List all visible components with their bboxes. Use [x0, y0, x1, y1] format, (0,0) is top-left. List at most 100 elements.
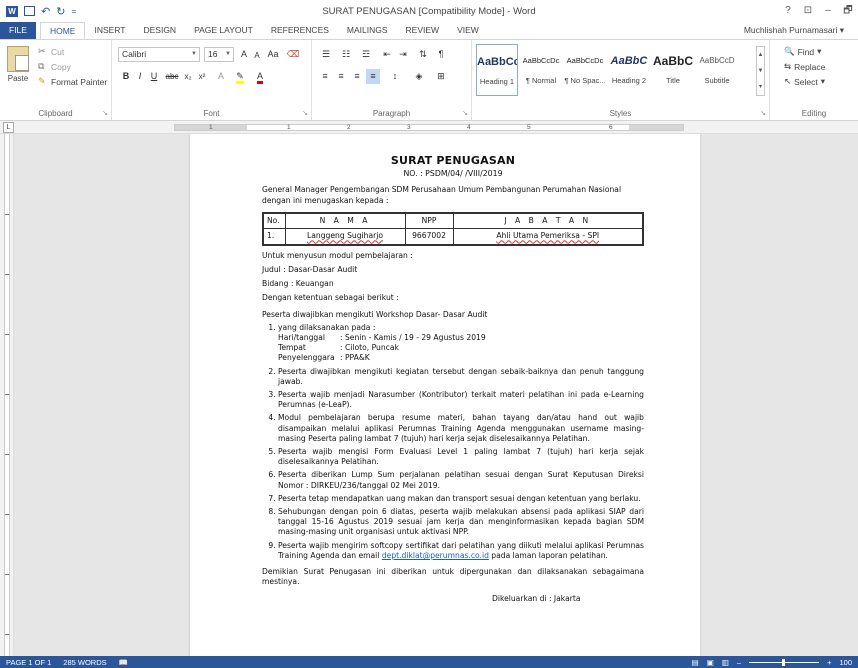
style-sample: AaBbCcDc — [566, 56, 604, 65]
zoom-in-button[interactable]: + — [827, 658, 831, 667]
chevron-up-icon[interactable]: ▲ — [757, 47, 764, 63]
zoom-out-button[interactable]: – — [737, 658, 741, 667]
shrink-font-button[interactable]: A — [252, 48, 262, 63]
shading-icon[interactable]: ◈ — [410, 69, 428, 84]
proofing-icon[interactable]: 📖 — [113, 658, 134, 667]
document-body[interactable]: SURAT PENUGASAN NO. : PSDM/04/ /VIII/201… — [262, 155, 644, 604]
align-center-icon[interactable]: ≡ — [334, 69, 348, 84]
undo-icon[interactable]: ↶ — [41, 5, 50, 18]
style-name: ¶ No Spac... — [564, 76, 606, 85]
copy-button[interactable]: ⧉ Copy — [38, 61, 71, 72]
tab-home[interactable]: HOME — [39, 22, 86, 39]
cut-button[interactable]: ✂ Cut — [38, 46, 64, 57]
dialog-launcher-icon[interactable]: ↘ — [760, 109, 766, 117]
list-item: Peserta wajib mengirim softcopy sertifik… — [278, 541, 644, 561]
align-right-icon[interactable]: ≡ — [350, 69, 364, 84]
styles-gallery-scroll[interactable]: ▲ ▼ ▾ — [756, 46, 765, 96]
help-button[interactable]: ? — [778, 0, 798, 22]
find-button[interactable]: 🔍 Find ▾ — [784, 46, 821, 57]
tab-references[interactable]: REFERENCES — [262, 22, 338, 39]
word-count[interactable]: 285 WORDS — [57, 658, 112, 667]
select-button[interactable]: ↖ Select ▾ — [784, 76, 825, 87]
zoom-slider-knob[interactable] — [782, 658, 786, 666]
style-normal[interactable]: AaBbCcDc ¶ Normal — [520, 44, 562, 96]
detail-row: Hari/tanggal: Senin - Kamis / 19 - 29 Ag… — [278, 333, 644, 343]
grow-font-button[interactable]: A — [238, 47, 250, 62]
horizontal-ruler[interactable]: L 1 1 2 3 4 5 6 — [0, 121, 858, 134]
change-case-button[interactable]: Aa — [264, 47, 282, 62]
chevron-down-icon[interactable]: ▼ — [757, 63, 764, 79]
paste-button[interactable]: Paste — [4, 46, 32, 83]
bullets-icon[interactable]: ☰ — [318, 47, 334, 62]
tab-design[interactable]: DESIGN — [134, 22, 185, 39]
highlight-color-icon[interactable]: ✎ — [232, 69, 248, 84]
font-name-combo[interactable]: Calibri ▼ — [118, 47, 200, 62]
tab-mailings[interactable]: MAILINGS — [338, 22, 397, 39]
tab-view[interactable]: VIEW — [448, 22, 488, 39]
dialog-launcher-icon[interactable]: ↘ — [462, 109, 468, 117]
list-item: yang dilaksanakan pada : Hari/tanggal: S… — [278, 323, 644, 364]
justify-icon[interactable]: ≡ — [366, 69, 380, 84]
zoom-slider[interactable] — [749, 658, 820, 666]
numbering-icon[interactable]: ☷ — [338, 47, 354, 62]
style-subtitle[interactable]: AaBbCcD Subtitle — [696, 44, 738, 96]
zoom-level[interactable]: 100 — [839, 658, 852, 667]
align-left-icon[interactable]: ≡ — [318, 69, 332, 84]
italic-button[interactable]: I — [134, 69, 146, 84]
font-color-icon[interactable]: A — [252, 69, 268, 84]
underline-button[interactable]: U — [148, 69, 160, 84]
item1-lead: yang dilaksanakan pada : — [278, 322, 376, 332]
style-title[interactable]: AaBbC Title — [652, 44, 694, 96]
save-icon[interactable] — [24, 6, 35, 16]
customize-qat-icon[interactable]: = — [71, 7, 76, 16]
restore-button[interactable]: 🗗 — [838, 0, 858, 22]
minimize-button[interactable]: – — [818, 0, 838, 22]
format-painter-button[interactable]: ✎ Format Painter — [38, 76, 107, 87]
read-mode-icon[interactable]: ▤ — [692, 658, 699, 667]
redo-icon[interactable]: ↻ — [56, 5, 65, 18]
line-spacing-icon[interactable]: ↕ — [386, 69, 404, 84]
pilcrow-icon[interactable]: ¶ — [434, 47, 448, 62]
multilevel-list-icon[interactable]: ☲ — [358, 47, 374, 62]
style-heading-1[interactable]: AaBbCc Heading 1 — [476, 44, 518, 96]
replace-button[interactable]: ⇆ Replace — [784, 61, 825, 72]
tab-selector-icon[interactable]: L — [3, 122, 14, 133]
ruler-strip[interactable]: 1 1 2 3 4 5 6 — [174, 124, 684, 131]
web-layout-icon[interactable]: ▥ — [722, 658, 729, 667]
dialog-launcher-icon[interactable]: ↘ — [102, 109, 108, 117]
detail-row: Penyelenggara: PPA&K — [278, 353, 644, 363]
ribbon-display-button[interactable]: ⊡ — [798, 0, 818, 22]
style-name: Title — [666, 76, 680, 85]
email-link[interactable]: dept.diklat@perumnas.co.id — [382, 551, 489, 560]
increase-indent-icon[interactable]: ⇥ — [396, 47, 410, 62]
bold-button[interactable]: B — [120, 69, 132, 84]
strikethrough-button[interactable]: abc — [164, 69, 180, 84]
clear-formatting-icon[interactable]: ⌫ — [286, 47, 300, 62]
vruler-tick — [5, 634, 9, 635]
vertical-ruler[interactable] — [0, 134, 14, 656]
document-page[interactable]: SURAT PENUGASAN NO. : PSDM/04/ /VIII/201… — [190, 134, 700, 656]
style-no-spacing[interactable]: AaBbCcDc ¶ No Spac... — [564, 44, 606, 96]
text-effects-icon[interactable]: A — [214, 69, 228, 84]
tab-file[interactable]: FILE — [0, 22, 36, 39]
tab-insert[interactable]: INSERT — [85, 22, 134, 39]
style-sample: AaBbC — [610, 55, 648, 67]
style-heading-2[interactable]: AaBbC Heading 2 — [608, 44, 650, 96]
font-size-combo[interactable]: 16 ▼ — [204, 47, 234, 62]
tab-page-layout[interactable]: PAGE LAYOUT — [185, 22, 262, 39]
user-account[interactable]: Muchlishah Purnamasari ▾ — [744, 25, 844, 36]
sort-icon[interactable]: ⇅ — [416, 47, 430, 62]
document-area[interactable]: SURAT PENUGASAN NO. : PSDM/04/ /VIII/201… — [14, 134, 858, 656]
more-styles-icon[interactable]: ▾ — [757, 79, 764, 95]
dialog-launcher-icon[interactable]: ↘ — [302, 109, 308, 117]
cut-label: Cut — [51, 46, 65, 57]
print-layout-icon[interactable]: ▣ — [707, 658, 714, 667]
decrease-indent-icon[interactable]: ⇤ — [380, 47, 394, 62]
word-app-icon[interactable]: W — [6, 5, 18, 17]
subscript-button[interactable]: x₂ — [182, 69, 194, 84]
superscript-button[interactable]: x² — [196, 69, 208, 84]
borders-icon[interactable]: ⊞ — [432, 69, 450, 84]
tab-review[interactable]: REVIEW — [397, 22, 449, 39]
page-count[interactable]: PAGE 1 OF 1 — [0, 658, 57, 667]
assignee-position: Ahli Utama Pemeriksa - SPI — [496, 231, 600, 241]
